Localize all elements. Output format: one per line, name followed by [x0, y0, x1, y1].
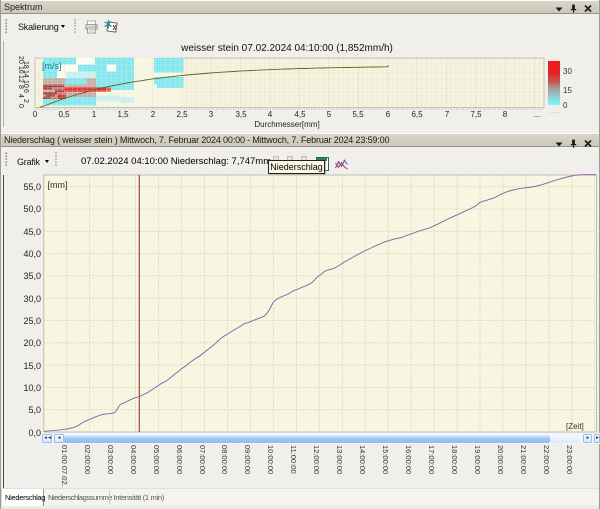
svg-text:[mm]: [mm]	[48, 180, 68, 190]
svg-text:[Zeit]: [Zeit]	[566, 422, 584, 431]
